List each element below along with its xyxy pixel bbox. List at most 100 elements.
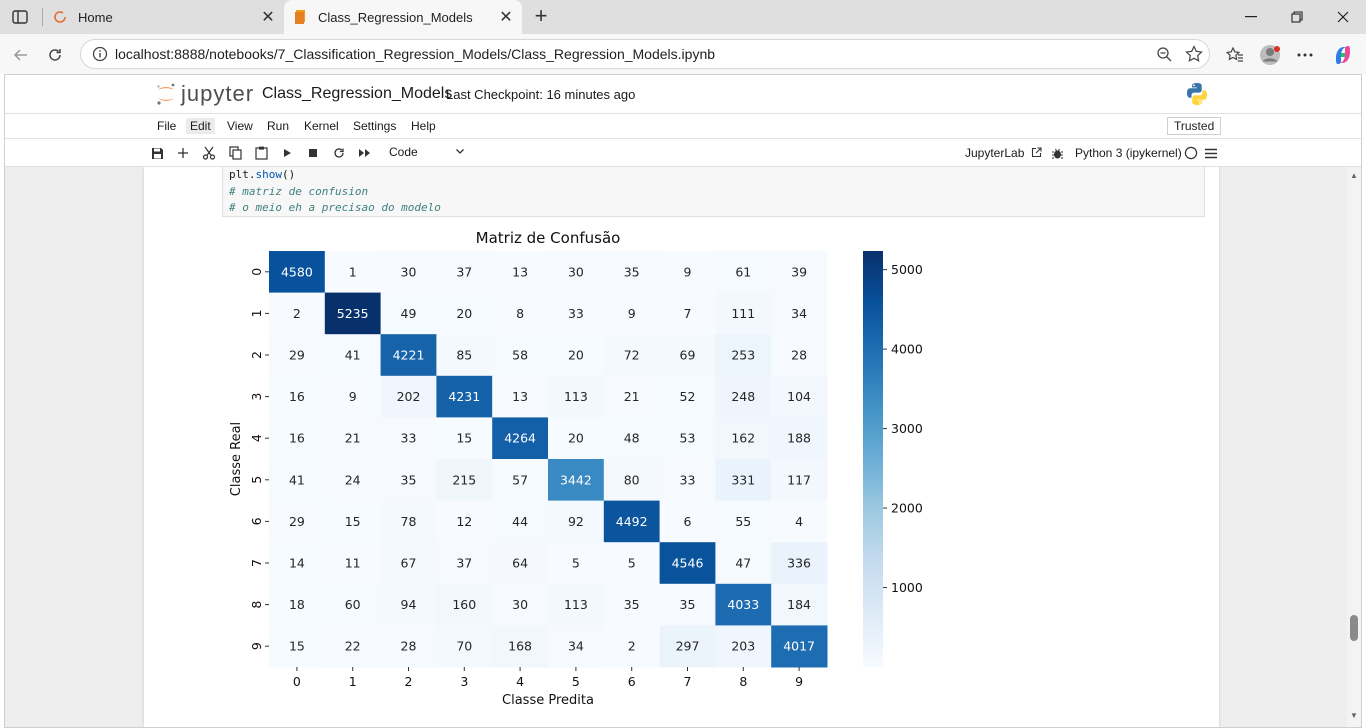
insert-cell-icon[interactable]: [175, 145, 191, 161]
cell-value-label: 113: [564, 597, 588, 612]
copy-icon[interactable]: [227, 145, 243, 161]
cell-value-label: 35: [624, 597, 640, 612]
x-tick-label: 6: [628, 674, 636, 689]
cell-value-label: 203: [731, 639, 755, 654]
y-tick-label: 3: [249, 393, 264, 401]
paste-icon[interactable]: [253, 145, 269, 161]
run-icon[interactable]: [279, 145, 295, 161]
y-tick-label: 9: [249, 642, 264, 650]
favorites-icon[interactable]: [1222, 42, 1248, 68]
close-window-icon[interactable]: [1320, 0, 1366, 34]
cell-value-label: 2: [628, 639, 636, 654]
menu-view[interactable]: View: [223, 118, 257, 134]
jupyter-header: jupyter Class_Regression_Models Last Che…: [5, 75, 1361, 113]
cell-value-label: 30: [512, 597, 528, 612]
cell-value-label: 37: [456, 264, 472, 279]
cell-value-label: 4033: [727, 597, 759, 612]
favorite-star-icon[interactable]: [1179, 45, 1209, 63]
reload-icon[interactable]: [42, 42, 68, 68]
address-bar[interactable]: localhost:8888/notebooks/7_Classificatio…: [80, 39, 1210, 69]
cut-icon[interactable]: [201, 145, 217, 161]
y-tick-label: 1: [249, 309, 264, 317]
tab-actions-icon[interactable]: [8, 6, 32, 28]
x-tick-label: 8: [739, 674, 747, 689]
menu-file[interactable]: File: [153, 118, 180, 134]
cell-value-label: 16: [289, 431, 305, 446]
zoom-out-icon[interactable]: [1149, 46, 1179, 62]
tab-separator: [42, 8, 43, 26]
confusion-matrix-chart: Matriz de Confusão 4580 1 30 37 13 30 35 9 61 392…: [229, 229, 923, 708]
cell-type-select[interactable]: Code: [389, 145, 469, 159]
cell-value-label: 248: [731, 389, 755, 404]
cell-value-label: 52: [680, 389, 696, 404]
scrollbar-thumb[interactable]: [1350, 615, 1358, 641]
site-info-icon[interactable]: [85, 46, 115, 62]
cell-value-label: 72: [624, 348, 640, 363]
menu-help[interactable]: Help: [407, 118, 440, 134]
stop-icon[interactable]: [305, 145, 321, 161]
vertical-scrollbar[interactable]: ▲ ▼: [1347, 167, 1361, 727]
scroll-up-icon[interactable]: ▲: [1350, 171, 1358, 180]
cell-value-label: 297: [676, 639, 700, 654]
cell-value-label: 104: [787, 389, 811, 404]
back-icon[interactable]: [8, 42, 34, 68]
close-tab-icon[interactable]: ✕: [258, 7, 278, 27]
cell-value-label: 4492: [616, 514, 648, 529]
notebook-toolbar: Code JupyterLab Python 3 (ipykernel): [5, 139, 1361, 167]
cell-value-label: 29: [289, 348, 305, 363]
cell-value-label: 41: [289, 472, 305, 487]
colorbar-tick-label: 4000: [891, 342, 923, 357]
tab-home[interactable]: Home ✕: [44, 0, 284, 34]
minimize-icon[interactable]: [1228, 0, 1274, 34]
jupyter-logo[interactable]: jupyter: [155, 81, 254, 107]
cell-value-label: 28: [791, 348, 807, 363]
menu-run[interactable]: Run: [263, 118, 293, 134]
cell-value-label: 9: [628, 306, 636, 321]
cell-value-label: 3442: [560, 472, 592, 487]
menu-kernel[interactable]: Kernel: [300, 118, 343, 134]
menu-settings[interactable]: Settings: [349, 118, 400, 134]
cell-value-label: 4231: [448, 389, 480, 404]
profile-avatar[interactable]: [1257, 42, 1283, 68]
cell-value-label: 21: [345, 431, 361, 446]
menu-edit[interactable]: Edit: [186, 118, 215, 134]
cell-value-label: 6: [684, 514, 692, 529]
new-tab-icon[interactable]: +: [530, 3, 552, 28]
cell-value-label: 35: [624, 264, 640, 279]
notebook-title[interactable]: Class_Regression_Models: [262, 85, 452, 103]
more-menu-icon[interactable]: [1292, 42, 1318, 68]
close-tab-icon[interactable]: ✕: [496, 7, 516, 27]
y-tick-label: 7: [249, 559, 264, 567]
cell-value-label: 15: [345, 514, 361, 529]
tab-notebook[interactable]: Class_Regression_Models ✕: [284, 0, 522, 34]
cell-value-label: 20: [568, 348, 584, 363]
cell-value-label: 37: [456, 556, 472, 571]
chart-title: Matriz de Confusão: [476, 229, 621, 247]
scroll-down-icon[interactable]: ▼: [1350, 711, 1358, 720]
trusted-badge[interactable]: Trusted: [1167, 117, 1222, 135]
cell-value-label: 44: [512, 514, 528, 529]
cell-value-label: 4: [795, 514, 803, 529]
save-icon[interactable]: [149, 145, 165, 161]
y-tick-label: 6: [249, 517, 264, 525]
kernel-name[interactable]: Python 3 (ipykernel): [1075, 146, 1182, 160]
colorbar-tick-label: 2000: [891, 501, 923, 516]
refresh-favicon-icon: [52, 9, 68, 25]
cell-value-label: 41: [345, 348, 361, 363]
cell-value-label: 16: [289, 389, 305, 404]
cell-value-label: 188: [787, 431, 811, 446]
restore-icon[interactable]: [1274, 0, 1320, 34]
debugger-icon[interactable]: [1049, 145, 1065, 161]
copilot-icon[interactable]: [1330, 42, 1356, 68]
jupyterlab-link[interactable]: JupyterLab: [965, 146, 1042, 160]
y-tick-label: 5: [249, 476, 264, 484]
restart-kernel-icon[interactable]: [331, 145, 347, 161]
hamburger-menu-icon[interactable]: [1203, 145, 1219, 161]
cell-value-label: 48: [624, 431, 640, 446]
cell-type-value: Code: [389, 145, 418, 159]
cell-value-label: 202: [397, 389, 421, 404]
y-axis-label: Classe Real: [229, 422, 244, 496]
cell-value-label: 33: [401, 431, 417, 446]
restart-run-all-icon[interactable]: [357, 145, 373, 161]
cell-value-label: 117: [787, 472, 811, 487]
